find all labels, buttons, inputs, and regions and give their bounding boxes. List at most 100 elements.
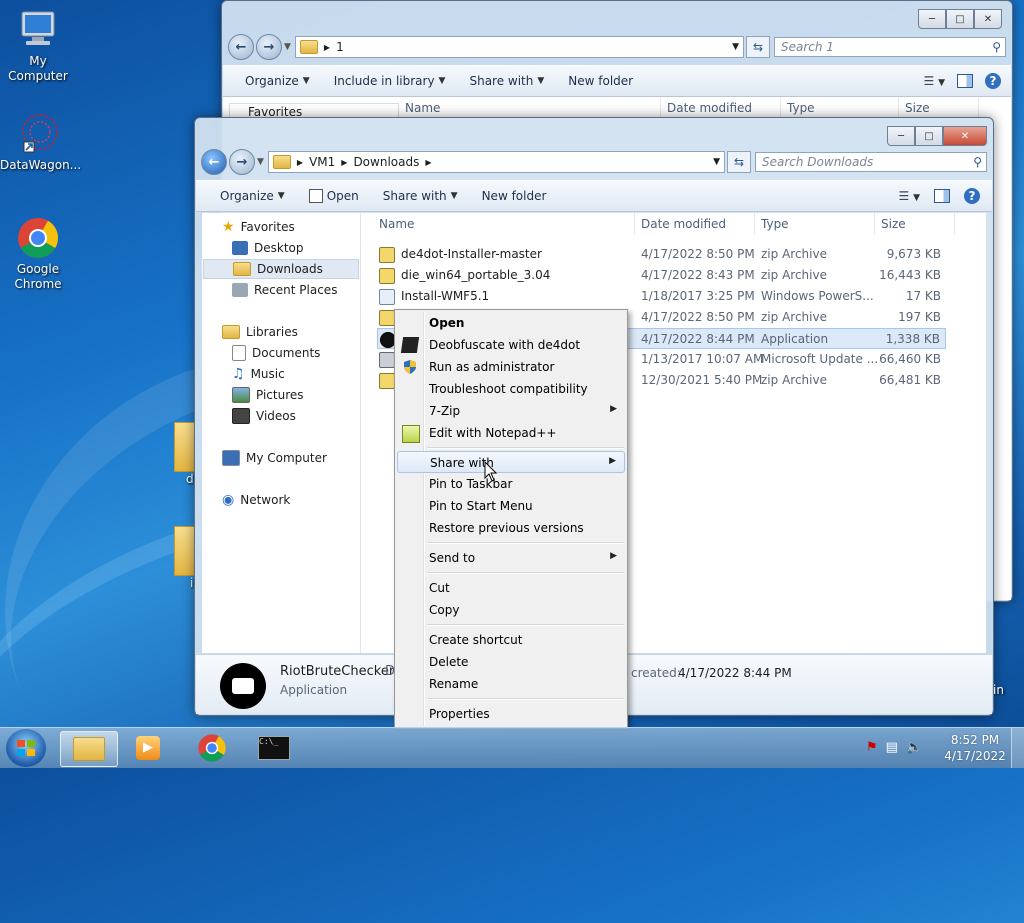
nav-item-music[interactable]: ♫ Music (232, 364, 285, 384)
address-bar[interactable]: ▶ VM1 ▶ Downloads ▶ ▼ (267, 151, 725, 173)
column-header-date[interactable]: Date modified (635, 213, 755, 235)
refresh-icon[interactable]: ⇆ (727, 151, 751, 173)
organize-menu[interactable]: Organize ▼ (196, 189, 297, 203)
help-icon[interactable]: ? (964, 188, 980, 204)
menu-item-properties[interactable]: Properties (397, 703, 625, 725)
file-row[interactable]: de4dot-Installer-master 4/17/2022 8:50 P… (361, 244, 986, 265)
minimize-button[interactable]: ─ (887, 126, 915, 146)
show-desktop-button[interactable] (1011, 728, 1024, 768)
menu-item-copy[interactable]: Copy (397, 599, 625, 621)
nav-item-documents[interactable]: Documents (232, 343, 320, 363)
action-center-icon[interactable]: ⚑ (866, 740, 878, 755)
nav-item-network[interactable]: ◉ Network (222, 490, 290, 510)
menu-item-notepad[interactable]: Edit with Notepad++ (397, 422, 625, 444)
column-header-type[interactable]: Type (755, 213, 875, 235)
menu-item-rename[interactable]: Rename (397, 673, 625, 695)
organize-menu[interactable]: Organize ▼ (223, 74, 322, 88)
new-folder-button[interactable]: New folder (470, 189, 559, 203)
nav-item-recent-places[interactable]: Recent Places (232, 280, 337, 300)
view-options-icon[interactable]: ☰ ▼ (924, 74, 946, 88)
desktop-icon-google-chrome[interactable]: Google Chrome (0, 216, 76, 292)
menu-item-open[interactable]: Open (397, 312, 625, 334)
menu-item-cut[interactable]: Cut (397, 577, 625, 599)
column-header-type[interactable]: Type (781, 97, 899, 119)
menu-item-7zip[interactable]: 7-Zip ▶ (397, 400, 625, 422)
taskbar-explorer-button[interactable] (60, 731, 118, 767)
nav-item-videos[interactable]: Videos (232, 406, 296, 426)
uac-shield-icon (402, 359, 418, 375)
file-row[interactable]: Install-WMF5.1 1/18/2017 3:25 PM Windows… (361, 286, 986, 307)
search-input[interactable]: Search Downloads ⚲ (755, 152, 987, 172)
submenu-arrow-icon: ▶ (609, 456, 616, 466)
back-button[interactable]: ← (228, 34, 254, 60)
nav-item-downloads[interactable]: Downloads (203, 259, 359, 279)
menu-item-share-with[interactable]: Share with ▶ (397, 451, 625, 473)
nav-item-desktop[interactable]: Desktop (232, 238, 304, 258)
address-bar[interactable]: ▶ 1 ▼ (294, 36, 744, 58)
preview-pane-icon[interactable] (957, 74, 973, 88)
start-button[interactable] (6, 729, 46, 767)
taskbar-chrome-button[interactable] (184, 731, 240, 765)
menu-item-restore-versions[interactable]: Restore previous versions (397, 517, 625, 539)
menu-item-delete[interactable]: Delete (397, 651, 625, 673)
menu-item-send-to[interactable]: Send to ▶ (397, 547, 625, 569)
volume-icon[interactable]: 🔈 (906, 740, 922, 755)
nav-item-pictures[interactable]: Pictures (232, 385, 304, 405)
file-name: die_win64_portable_3.04 (401, 268, 551, 282)
menu-item-create-shortcut[interactable]: Create shortcut (397, 629, 625, 651)
taskbar-cmd-button[interactable]: C:\_ (246, 731, 302, 765)
column-header-name[interactable]: Name (399, 97, 661, 119)
help-icon[interactable]: ? (985, 73, 1001, 89)
explorer-folder-icon (73, 737, 105, 761)
desktop-folder-icon[interactable] (174, 526, 196, 576)
column-header-size[interactable]: Size (875, 213, 955, 235)
desktop-icon-datawagon[interactable]: DataWagon... (0, 112, 81, 173)
column-header-size[interactable]: Size (899, 97, 979, 119)
column-header-name[interactable]: Name (373, 213, 635, 235)
nav-item-my-computer[interactable]: My Computer (222, 448, 327, 468)
minimize-button[interactable]: ─ (918, 9, 946, 29)
menu-item-troubleshoot[interactable]: Troubleshoot compatibility (397, 378, 625, 400)
nav-item-libraries[interactable]: Libraries (222, 322, 298, 342)
details-file-type: Application (280, 683, 348, 697)
forward-button[interactable]: → (256, 34, 282, 60)
file-type: zip Archive (761, 373, 827, 387)
menu-item-pin-start[interactable]: Pin to Start Menu (397, 495, 625, 517)
context-menu[interactable]: Open Deobfuscate with de4dot Run as admi… (394, 309, 628, 729)
open-button[interactable]: Open (297, 189, 371, 203)
include-in-library-menu[interactable]: Include in library ▼ (322, 74, 458, 88)
history-chevron-icon[interactable]: ▼ (257, 157, 264, 167)
share-with-menu[interactable]: Share with ▼ (371, 189, 470, 203)
clock[interactable]: 8:52 PM 4/17/2022 (942, 732, 1008, 764)
desktop-folder-icon[interactable] (174, 422, 196, 472)
menu-item-pin-taskbar[interactable]: Pin to Taskbar (397, 473, 625, 495)
maximize-button[interactable]: □ (946, 9, 974, 29)
breadcrumb-item[interactable]: Downloads (353, 155, 419, 169)
history-chevron-icon[interactable]: ▼ (284, 42, 291, 52)
network-status-icon[interactable]: ▤ (886, 740, 898, 755)
view-options-icon[interactable]: ☰ ▼ (899, 189, 921, 203)
chevron-right-icon[interactable]: ▶ (425, 158, 431, 167)
menu-item-deobfuscate[interactable]: Deobfuscate with de4dot (397, 334, 625, 356)
refresh-icon[interactable]: ⇆ (746, 36, 770, 58)
back-button[interactable]: ← (201, 149, 227, 175)
breadcrumb-item[interactable]: VM1 (309, 155, 335, 169)
menu-item-run-as-admin[interactable]: Run as administrator (397, 356, 625, 378)
desktop-icon-my-computer[interactable]: My Computer (0, 8, 76, 84)
file-name: Install-WMF5.1 (401, 289, 490, 303)
chevron-down-icon[interactable]: ▼ (713, 157, 720, 167)
nav-item-favorites[interactable]: ★ Favorites (222, 217, 295, 237)
preview-pane-icon[interactable] (934, 189, 950, 203)
share-with-menu[interactable]: Share with ▼ (457, 74, 556, 88)
close-button[interactable]: ✕ (974, 9, 1002, 29)
column-header-date[interactable]: Date modified (661, 97, 781, 119)
chevron-down-icon[interactable]: ▼ (732, 42, 739, 52)
forward-button[interactable]: → (229, 149, 255, 175)
chevron-right-icon[interactable]: ▶ (341, 158, 347, 167)
maximize-button[interactable]: □ (915, 126, 943, 146)
close-button[interactable]: ✕ (943, 126, 987, 146)
search-input[interactable]: Search 1 ⚲ (774, 37, 1006, 57)
file-row[interactable]: die_win64_portable_3.04 4/17/2022 8:43 P… (361, 265, 986, 286)
taskbar-media-player-button[interactable]: ▶ (120, 731, 176, 765)
new-folder-button[interactable]: New folder (556, 74, 645, 88)
